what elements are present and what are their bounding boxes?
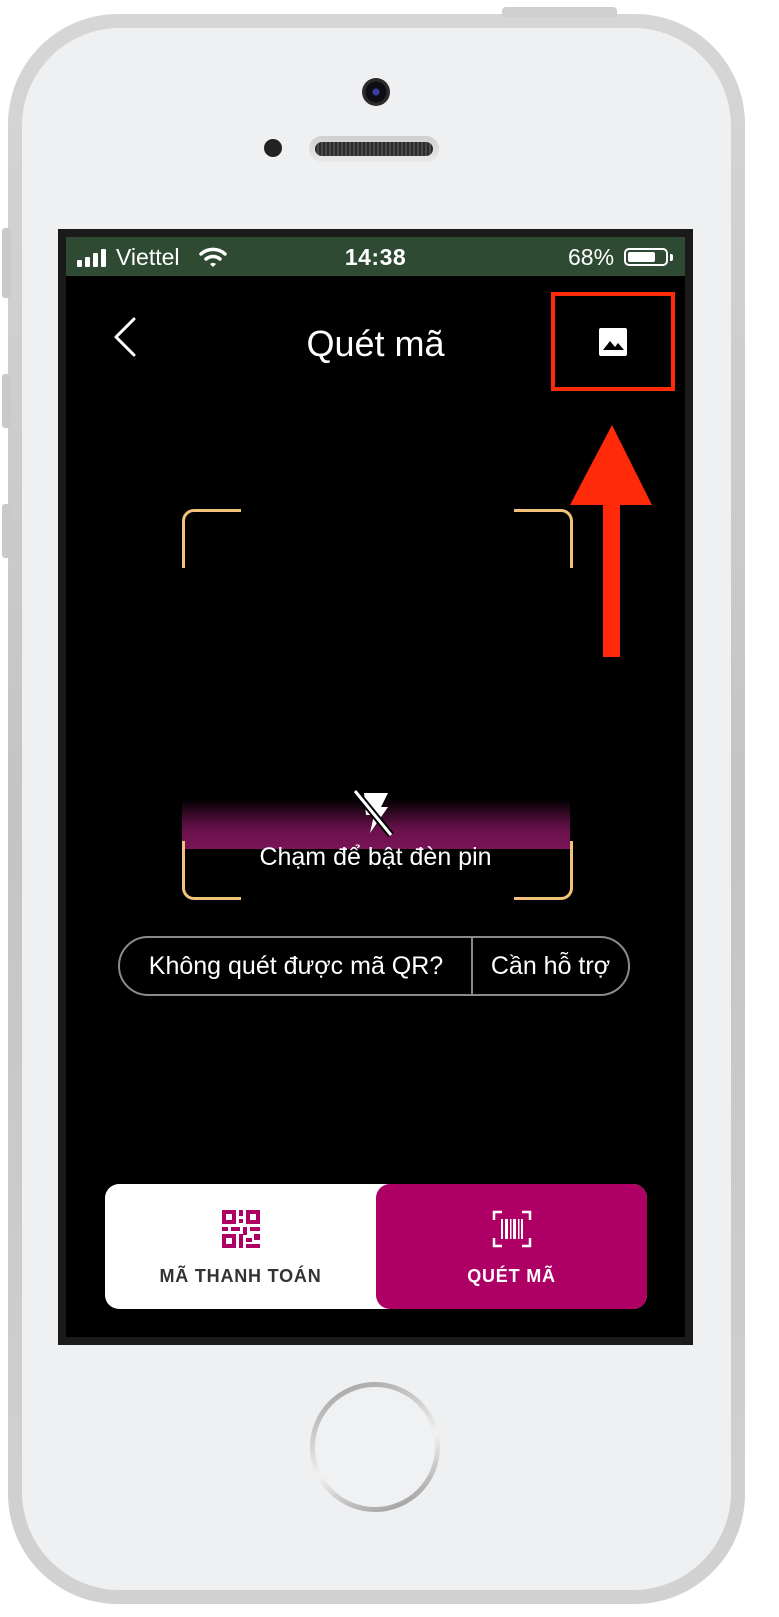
cannot-scan-link[interactable]: Không quét được mã QR? xyxy=(120,938,472,994)
flash-off-icon[interactable] xyxy=(350,787,398,839)
mode-tabs: MÃ THANH TOÁN QUÉT MÃ xyxy=(105,1184,647,1309)
app-display: Viettel 14:38 68% Quét mã Chạm để bật đè… xyxy=(66,237,685,1337)
power-button xyxy=(502,7,617,17)
scan-frame-corner-top-right xyxy=(514,509,573,568)
support-button[interactable]: Cần hỗ trợ xyxy=(473,938,628,994)
status-bar: Viettel 14:38 68% xyxy=(66,237,685,276)
battery-icon xyxy=(624,248,668,266)
battery-percent: 68% xyxy=(568,244,615,270)
scan-frame-corner-top-left xyxy=(182,509,241,568)
home-button[interactable] xyxy=(310,1382,440,1512)
tab-scan-code-label: QUÉT MÃ xyxy=(467,1266,556,1286)
screen: Viettel 14:38 68% Quét mã Chạm để bật đè… xyxy=(58,229,693,1345)
help-pill: Không quét được mã QR? Cần hỗ trợ xyxy=(118,936,630,996)
annotation-highlight-box xyxy=(551,292,675,391)
tab-payment-code[interactable]: MÃ THANH TOÁN xyxy=(105,1184,376,1309)
mute-switch xyxy=(2,228,11,298)
barcode-scan-icon xyxy=(492,1210,532,1248)
earpiece-speaker xyxy=(309,136,439,162)
tab-payment-code-label: MÃ THANH TOÁN xyxy=(159,1266,322,1286)
front-camera xyxy=(362,78,390,106)
torch-hint[interactable]: Chạm để bật đèn pin xyxy=(66,843,685,872)
proximity-sensor xyxy=(264,139,282,157)
battery-tip xyxy=(670,254,673,261)
volume-up-button xyxy=(2,374,11,428)
tab-scan-code[interactable]: QUÉT MÃ xyxy=(376,1184,647,1309)
qr-code-icon xyxy=(222,1210,260,1248)
arrow-up-icon xyxy=(570,425,652,657)
volume-down-button xyxy=(2,504,11,558)
